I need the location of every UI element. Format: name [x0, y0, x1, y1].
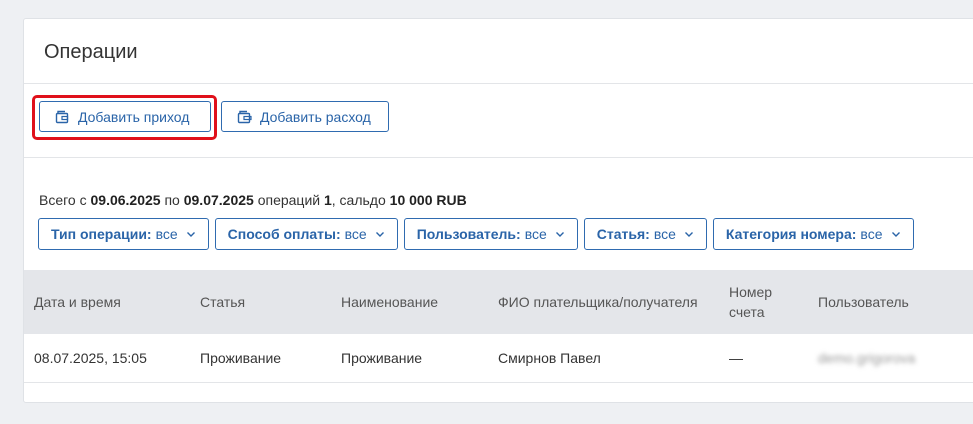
filter-value: все [860, 226, 883, 242]
page-title: Операции [44, 41, 138, 63]
filter-value: все [653, 226, 676, 242]
filter-payment-method[interactable]: Способ оплаты: все [214, 218, 398, 250]
summary-date-to: 09.07.2025 [183, 192, 254, 208]
operations-table: Дата и время Статья Наименование ФИО пла… [24, 270, 973, 383]
table-header: Дата и время Статья Наименование ФИО пла… [24, 270, 973, 334]
column-header-fio[interactable]: ФИО плательщика/получателя [498, 270, 698, 334]
filter-value: все [344, 226, 367, 242]
summary-between: по [160, 192, 184, 208]
cell-datetime: 08.07.2025, 15:05 [34, 350, 147, 366]
column-header-name[interactable]: Наименование [341, 270, 438, 334]
summary-date-from: 09.06.2025 [90, 192, 161, 208]
add-income-label: Добавить приход [78, 108, 190, 125]
filter-article[interactable]: Статья: все [583, 218, 707, 250]
filter-label: Пользователь: [416, 226, 521, 242]
chevron-down-icon [375, 231, 385, 238]
operations-summary: Всего с 09.06.2025 по 09.07.2025 операци… [39, 192, 467, 208]
summary-prefix: Всего с [39, 192, 91, 208]
cell-article: Проживание [200, 350, 282, 366]
card-header: Операции [24, 19, 973, 84]
filter-label: Способ оплаты: [227, 226, 341, 242]
chevron-down-icon [684, 231, 694, 238]
filter-value: все [524, 226, 547, 242]
add-expense-button[interactable]: Добавить расход [221, 101, 389, 132]
column-header-account[interactable]: Номер счета [729, 270, 799, 334]
table-row[interactable]: 08.07.2025, 15:05 Проживание Проживание … [24, 334, 973, 383]
summary-balance-label: , сальдо [331, 192, 390, 208]
chevron-down-icon [891, 231, 901, 238]
filter-label: Статья: [596, 226, 650, 242]
filters-bar: Тип операции: все Способ оплаты: все Пол… [38, 218, 914, 250]
column-header-datetime[interactable]: Дата и время [34, 270, 121, 334]
wallet-in-icon [54, 110, 70, 124]
filter-operation-type[interactable]: Тип операции: все [38, 218, 209, 250]
wallet-out-icon [236, 110, 252, 124]
toolbar: Добавить приход Добавить расход [24, 84, 973, 158]
operations-card: Операции Добавить приход Добавить расход… [23, 18, 973, 403]
cell-name: Проживание [341, 350, 423, 366]
filter-label: Категория номера: [725, 226, 857, 242]
chevron-down-icon [555, 231, 565, 238]
filter-user[interactable]: Пользователь: все [403, 218, 578, 250]
chevron-down-icon [186, 231, 196, 238]
filter-value: все [155, 226, 178, 242]
cell-fio: Смирнов Павел [498, 350, 601, 366]
add-income-button[interactable]: Добавить приход [39, 101, 211, 132]
add-expense-label: Добавить расход [260, 108, 371, 125]
column-header-user[interactable]: Пользователь [818, 270, 909, 334]
filter-label: Тип операции: [51, 226, 152, 242]
summary-balance: 10 000 RUB [389, 192, 467, 208]
summary-ops-label: операций [253, 192, 324, 208]
summary-ops-count: 1 [323, 192, 332, 208]
column-header-article[interactable]: Статья [200, 270, 245, 334]
filter-room-category[interactable]: Категория номера: все [712, 218, 914, 250]
cell-account: — [729, 350, 743, 366]
cell-user: demo.grigorova [818, 350, 916, 366]
